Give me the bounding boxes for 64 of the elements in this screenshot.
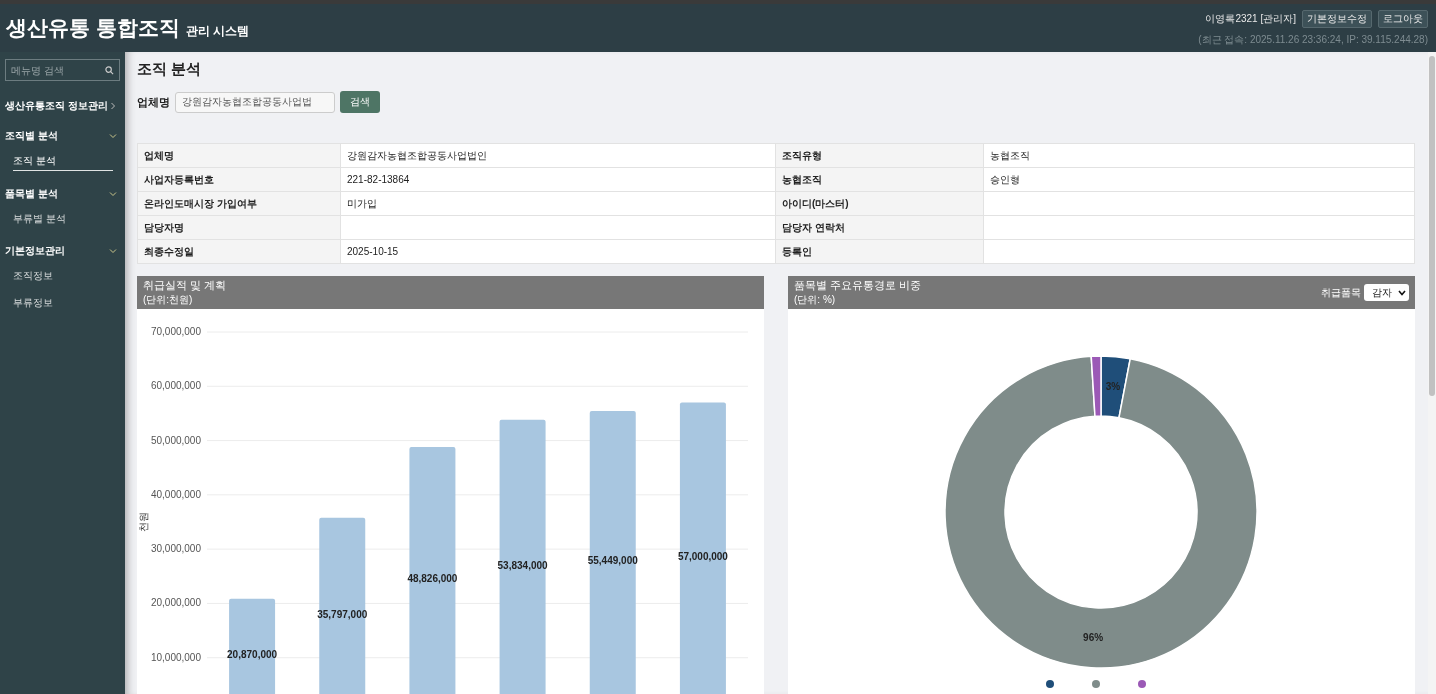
table-cell: 221-82-13864 (340, 167, 776, 192)
bar-value-label: 55,449,000 (587, 555, 638, 567)
axis-tick-label: 40,000,000 (150, 488, 201, 500)
chart-title: 취급실적 및 계획 (143, 278, 227, 293)
menu-item[interactable]: 부류정보 (13, 293, 113, 312)
last-login-info: (최근 접속: 2025.11.26 23:36:24, IP: 39.115.244.28) (1198, 32, 1428, 47)
header-button[interactable]: 로그아웃 (1378, 9, 1428, 28)
axis-tick-label: 10,000,000 (150, 651, 201, 663)
table-header-cell: 최종수정일 (137, 239, 341, 264)
bar-value-label: 57,000,000 (677, 551, 728, 563)
table-header-cell: 담당자명 (137, 215, 341, 240)
slice-value-label: 3% (1105, 380, 1121, 392)
page-title: 조직 분석 (137, 60, 203, 79)
search-button[interactable]: 검색 (340, 91, 380, 113)
axis-label: 천원 (138, 512, 149, 532)
menu-group[interactable]: 조직별 분석 (5, 129, 120, 143)
menu-search-field[interactable]: 메뉴명 검색 (5, 59, 120, 81)
item-dropdown[interactable]: 감자 (1364, 284, 1409, 301)
chart-unit: (단위: %) (794, 293, 837, 307)
table-cell: 승인형 (983, 167, 1415, 192)
axis-tick-label: 30,000,000 (150, 543, 201, 555)
slice-value-label: 96% (1083, 631, 1104, 643)
search-icon (105, 66, 114, 75)
menu-group[interactable]: 품목별 분석 (5, 187, 120, 201)
table-header-cell: 담당자 연락처 (775, 215, 984, 240)
chevron-down-icon (109, 132, 117, 140)
menu-item[interactable]: 조직정보 (13, 266, 113, 285)
bar-value-label: 48,826,000 (407, 573, 458, 585)
caret-icon (1398, 289, 1406, 296)
axis-tick-label: 60,000,000 (150, 380, 201, 392)
user-name: 이영록2321 [관리자] (1205, 11, 1296, 26)
scrollbar[interactable] (1428, 52, 1436, 694)
table-cell: 강원감자농협조합공동사업법인 (340, 143, 776, 168)
menu-group[interactable]: 생산유통조직 정보관리 (5, 99, 120, 113)
table-header-cell: 온라인도매시장 가입여부 (137, 191, 341, 216)
menu-item[interactable]: 부류별 분석 (13, 209, 113, 228)
axis-tick-label: 50,000,000 (150, 434, 201, 446)
filter-label: 취급품목 (1321, 285, 1361, 300)
table-header-cell: 등록인 (775, 239, 984, 264)
bar-value-label: 53,834,000 (497, 559, 548, 571)
chevron-down-icon (109, 247, 117, 255)
app-subtitle: 관리 시스템 (185, 23, 250, 40)
header-button[interactable]: 기본정보수정 (1302, 9, 1372, 28)
table-header-cell: 업체명 (137, 143, 341, 168)
table-header-cell: 사업자등록번호 (137, 167, 341, 192)
table-header-cell: 조직유형 (775, 143, 984, 168)
axis-tick-label: 20,000,000 (150, 597, 201, 609)
table-cell: 농협조직 (983, 143, 1415, 168)
table-header-cell: 농협조직 (775, 167, 984, 192)
menu-group[interactable]: 기본정보관리 (5, 244, 120, 258)
company-name-field[interactable]: 강원감자농협조합공동사업법 (175, 91, 335, 113)
chevron-down-icon (109, 190, 117, 198)
menu-item[interactable]: 조직 분석 (13, 151, 113, 171)
table-header-cell: 아이디(마스터) (775, 191, 984, 216)
axis-tick-label: 70,000,000 (150, 326, 201, 337)
chart-unit: (단위:천원) (143, 293, 194, 307)
field-label: 업체명 (137, 94, 170, 110)
bar-value-label: 20,870,000 (227, 649, 278, 661)
table-cell: 미가입 (340, 191, 776, 216)
chevron-right-icon (109, 102, 117, 110)
chart-title: 품목별 주요유통경로 비중 (794, 278, 922, 293)
bar-value-label: 35,797,000 (317, 608, 368, 620)
table-cell: 2025-10-15 (340, 239, 776, 264)
app-title: 생산유통 통합조직 (6, 15, 180, 41)
